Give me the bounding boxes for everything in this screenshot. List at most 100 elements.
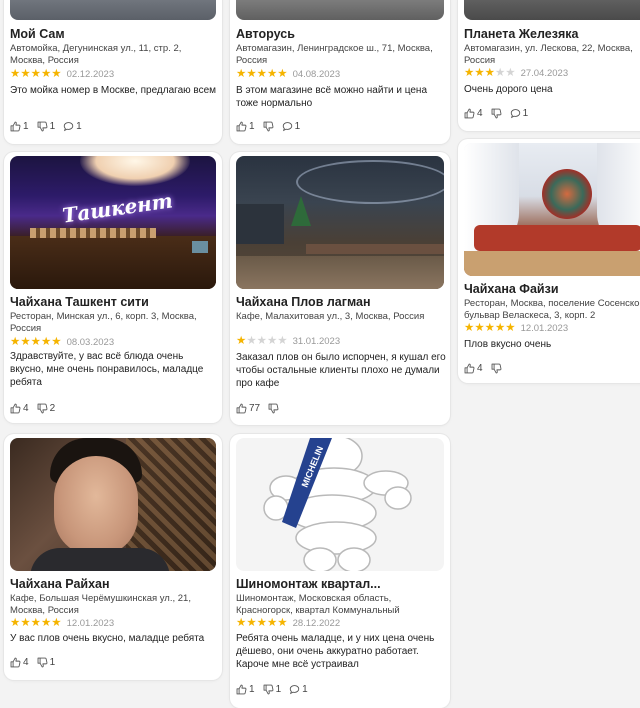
review-text: Очень дорого цена [464,84,553,95]
star-filled-icon: ★ [256,617,267,629]
like-button[interactable]: 1 [236,121,255,132]
review-card-avtorus[interactable]: Авторусь Автомагазин, Ленинградское ш., … [230,0,450,144]
photo-ceiling-mural [296,160,444,204]
star-filled-icon: ★ [256,68,267,80]
comment-count: 1 [294,121,301,132]
review-card-planeta-zhelezyaka[interactable]: Планета Железяка Автомагазин, ул. Лесков… [458,0,640,131]
star-filled-icon: ★ [10,617,21,629]
review-date: 08.03.2023 [66,336,115,348]
dislike-count: 2 [49,403,56,414]
review-photo[interactable] [236,156,444,289]
like-button[interactable]: 77 [236,403,260,414]
review-card-moy-sam[interactable]: Мой Сам Автомойка, Дегунинская ул., 11, … [4,0,222,144]
review-text: Плов вкусно очень [464,339,552,350]
star-filled-icon: ★ [266,68,278,80]
photo-sofas [474,225,640,251]
review-photo[interactable] [464,143,640,276]
star-filled-icon: ★ [266,617,278,629]
business-title[interactable]: Чайхана Райхан [10,577,218,591]
business-address: Кафе, Малахитовая ул., 3, Москва, Россия [236,311,425,322]
rating-stars: ★ ★ ★ ★ ★ [464,322,516,334]
like-button[interactable]: 4 [464,363,483,374]
business-address: Автомагазин, Ленинградское ш., 71, Москв… [236,43,433,66]
review-photo[interactable]: Ташкент [10,156,216,289]
review-date: 12.01.2023 [520,322,569,334]
dislike-button[interactable]: 1 [37,657,55,668]
thumbs-down-icon [263,684,274,695]
like-count: 4 [23,403,29,414]
star-empty-icon: ★ [505,67,516,79]
comment-count: 1 [522,108,529,119]
thumbs-up-icon [236,121,247,132]
like-button[interactable]: 4 [10,657,29,668]
dislike-button[interactable] [263,121,274,132]
business-title[interactable]: Чайхана Плов лагман [236,295,446,309]
photo-wall-panel [236,204,284,244]
comment-button[interactable]: 1 [289,684,308,695]
comment-button[interactable]: 1 [63,121,82,132]
star-filled-icon: ★ [484,322,495,334]
star-empty-icon: ★ [494,67,506,79]
review-actions: 4 [464,363,506,374]
business-title[interactable]: Шиномонтаж квартал... [236,577,446,591]
like-button[interactable]: 1 [10,121,29,132]
dislike-button[interactable]: 1 [37,121,55,132]
star-filled-icon: ★ [277,68,288,80]
review-photo[interactable] [464,0,640,20]
comment-button[interactable]: 1 [510,108,529,119]
review-card-shinomontazh[interactable]: MICHELIN Шиномонтаж квартал... Шиномонта… [230,434,450,708]
business-title[interactable]: Мой Сам [10,27,218,41]
star-filled-icon: ★ [40,68,52,80]
thumbs-down-icon [37,657,48,668]
business-address: Автомойка, Дегунинская ул., 11, стр. 2, … [10,43,182,66]
rating-stars: ★ ★ ★ ★ ★ [10,68,62,80]
review-card-chaikhana-fayzi[interactable]: Чайхана Файзи Ресторан, Москва, поселени… [458,139,640,383]
star-filled-icon: ★ [236,617,247,629]
review-photo[interactable] [10,438,216,571]
star-filled-icon: ★ [30,336,41,348]
review-photo[interactable] [10,0,216,20]
like-button[interactable]: 4 [464,108,483,119]
business-title[interactable]: Чайхана Файзи [464,282,640,296]
thumbs-up-icon [10,657,21,668]
dislike-button[interactable] [491,363,502,374]
business-title[interactable]: Чайхана Ташкент сити [10,295,218,309]
review-date: 28.12.2022 [292,617,341,629]
review-actions: 4 1 [464,108,532,119]
rating-row: ★ ★ ★ ★ ★ 12.01.2023 [10,617,114,629]
review-photo[interactable] [236,0,444,20]
star-filled-icon: ★ [10,68,21,80]
business-address: Шиномонтаж, Московская область, Красного… [236,593,400,616]
star-filled-icon: ★ [40,336,52,348]
photo-wall-decor [542,169,592,219]
review-photo[interactable]: MICHELIN [236,438,444,571]
photo-screen [192,241,208,253]
comment-button[interactable]: 1 [282,121,301,132]
like-count: 1 [249,684,255,695]
star-empty-icon: ★ [266,335,278,347]
star-empty-icon: ★ [277,335,288,347]
rating-stars: ★ ★ ★ ★ ★ [236,335,288,347]
review-card-chaikhana-tashkent-siti[interactable]: Ташкент Чайхана Ташкент сити Ресторан, М… [4,152,222,423]
business-title[interactable]: Планета Железяка [464,27,640,41]
thumbs-down-icon [263,121,274,132]
star-filled-icon: ★ [236,335,247,347]
business-address: Ресторан, Москва, поселение Сосенское, б… [464,298,640,321]
like-button[interactable]: 4 [10,403,29,414]
review-card-chaikhana-raykhan[interactable]: Чайхана Райхан Кафе, Большая Черёмушкинс… [4,434,222,680]
dislike-button[interactable] [491,108,502,119]
star-filled-icon: ★ [484,67,495,79]
dislike-button[interactable] [268,403,279,414]
dislike-button[interactable]: 1 [263,684,281,695]
review-date: 02.12.2023 [66,68,115,80]
thumbs-down-icon [37,121,48,132]
review-text: Ребята очень маладце, и у них цена очень… [236,633,435,670]
rating-row: ★ ★ ★ ★ ★ 04.08.2023 [236,68,340,80]
dislike-button[interactable]: 2 [37,403,56,414]
review-card-chaikhana-plov-lagman[interactable]: Чайхана Плов лагман Кафе, Малахитовая ул… [230,152,450,425]
like-button[interactable]: 1 [236,684,255,695]
thumbs-down-icon [37,403,48,414]
comment-icon [289,685,300,695]
business-title[interactable]: Авторусь [236,27,446,41]
star-filled-icon: ★ [246,68,257,80]
